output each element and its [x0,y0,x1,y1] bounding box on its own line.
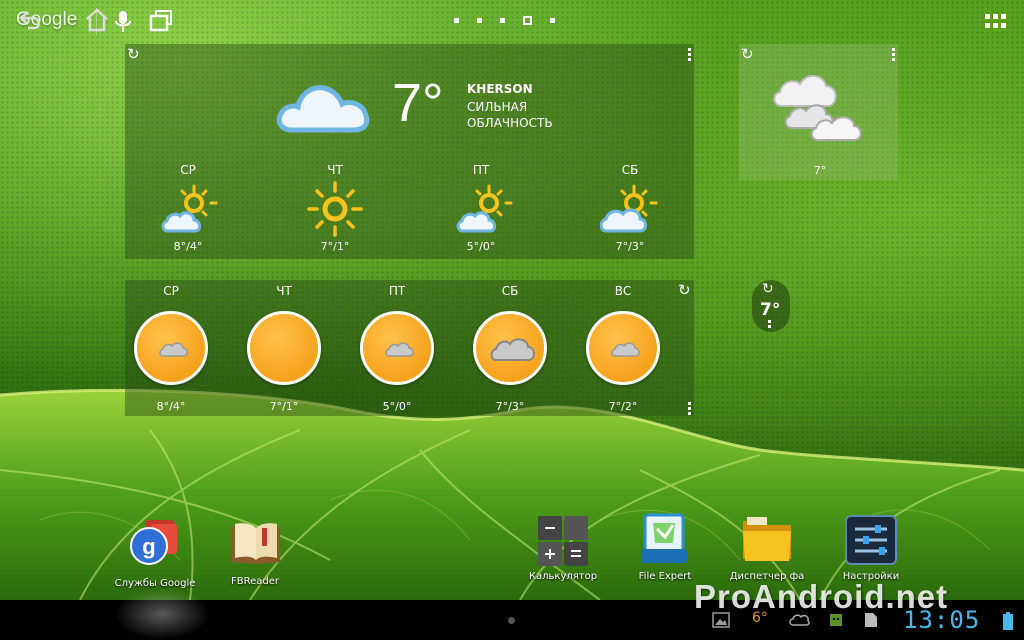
svg-text:g: g [142,534,155,559]
file-expert-icon [641,513,687,563]
clouds-icon [773,75,862,141]
forecast-day: ЧТ [276,284,292,298]
overflow-menu-icon[interactable] [768,320,772,330]
forecast-day: ЧТ [327,163,343,177]
apps-grid-icon[interactable] [985,14,1006,30]
clock[interactable]: 13:05 [903,606,980,634]
sun-icon [307,181,363,237]
sun-cloud-icon [456,184,513,233]
weather-widget-mini[interactable]: ↻ 7° [752,280,790,332]
page-dot [500,18,505,23]
forecast-day: СБ [501,284,519,298]
current-temperature: 7° [392,73,444,133]
forecast-temp: 7°/1° [320,240,350,253]
cloud-on-sun-icon [360,311,434,385]
forecast-temp: 5°/0° [382,400,412,413]
refresh-icon[interactable]: ↻ [127,45,140,63]
page-dot [550,18,555,23]
google-services-icon: g [130,520,177,565]
back-icon[interactable] [18,7,44,33]
forecast-temp: 7°/3° [615,240,645,253]
sun-cloud-icon [600,184,658,233]
forecast-day: ВС [614,284,632,298]
folder-icon [743,517,791,561]
refresh-icon[interactable]: ↻ [678,281,691,299]
forecast-day: СР [180,163,196,177]
forecast-temp: 8°/4° [156,400,186,413]
overflow-menu-icon[interactable] [688,48,692,63]
calculator-icon [538,516,588,566]
refresh-icon[interactable]: ↻ [762,281,774,297]
forecast-temp: 7°/3° [495,400,525,413]
cloud-on-sun-icon [473,311,547,385]
city-name: KHERSON [467,82,533,96]
forecast-temp: 7°/1° [269,400,299,413]
shortcut-label: FBReader [230,576,279,587]
sun-icon [247,311,321,385]
overflow-menu-icon[interactable] [688,402,692,417]
mic-icon[interactable] [114,9,132,35]
settings-icon [845,515,897,565]
refresh-icon[interactable]: ↻ [741,45,754,63]
page-dot [454,18,459,23]
page-dot-current [523,16,532,25]
mini-widget-temp: 7° [760,300,781,320]
forecast-day: СР [163,284,179,298]
cloud-icon [276,85,370,133]
sun-cloud-icon [161,184,218,233]
shortcut-label: Калькулятор [528,571,598,582]
small-widget-temp: 7° [813,164,827,177]
home-icon[interactable] [84,7,110,33]
forecast-day: ПТ [472,163,490,177]
menu-dot-icon[interactable] [508,617,515,624]
cloud-on-sun-icon [586,311,660,385]
recent-apps-icon[interactable] [148,7,174,33]
forecast-day: ПТ [388,284,406,298]
page-dot [477,18,482,23]
cloud-on-sun-icon [134,311,208,385]
forecast-temp: 8°/4° [173,240,203,253]
forecast-day: СБ [621,163,639,177]
battery-icon [1003,612,1013,630]
book-icon [232,523,280,564]
overflow-menu-icon[interactable] [892,48,896,63]
forecast-temp: 7°/2° [608,400,638,413]
forecast-temp: 5°/0° [466,240,496,253]
page-indicator [454,16,555,25]
nav-highlight [114,588,210,640]
weather-condition: СИЛЬНАЯ ОБЛАЧНОСТЬ [467,100,553,130]
